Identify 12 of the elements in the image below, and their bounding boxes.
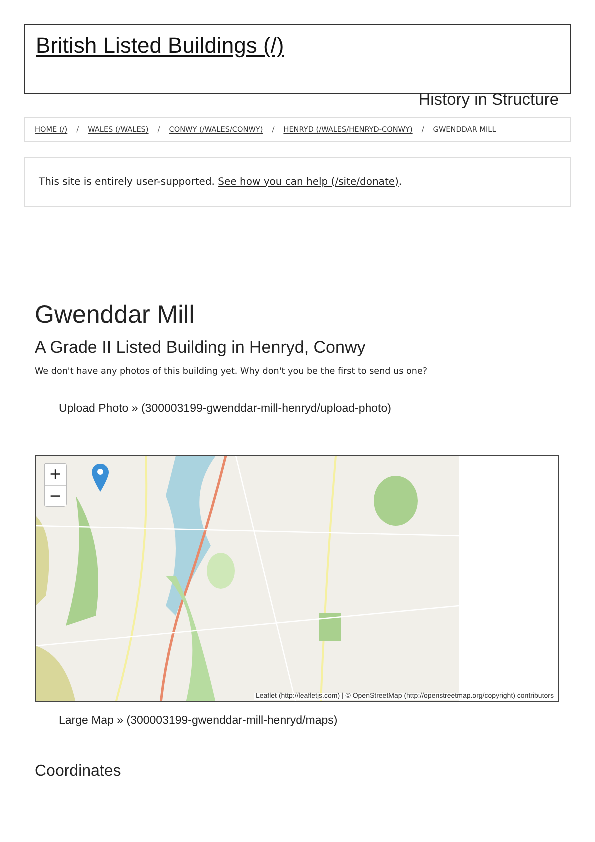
large-map-link[interactable]: Large Map » (300003199-gwenddar-mill-henryd/maps) [59,715,560,727]
support-text: This site is entirely user-supported. See how you can help (/site/donate). [39,176,402,188]
zoom-out-button[interactable]: − [45,485,66,506]
page-subtitle: A Grade II Listed Building in Henryd, Conwy [35,338,367,358]
map-pin-icon [92,464,109,492]
upload-photo-link[interactable]: Upload Photo » (300003199-gwenddar-mill-henryd/upload-photo) [59,403,560,415]
tagline: History in Structure [418,91,559,110]
page-title: Gwenddar Mill [35,301,196,330]
donate-link[interactable]: See how you can help (/site/donate) [218,176,399,188]
photo-note: We don't have any photos of this building yet. Why don't you be the first to send us one? [35,367,429,377]
site-title-link[interactable]: British Listed Buildings (/) [36,33,284,58]
section-heading: Coordinates [35,763,122,781]
